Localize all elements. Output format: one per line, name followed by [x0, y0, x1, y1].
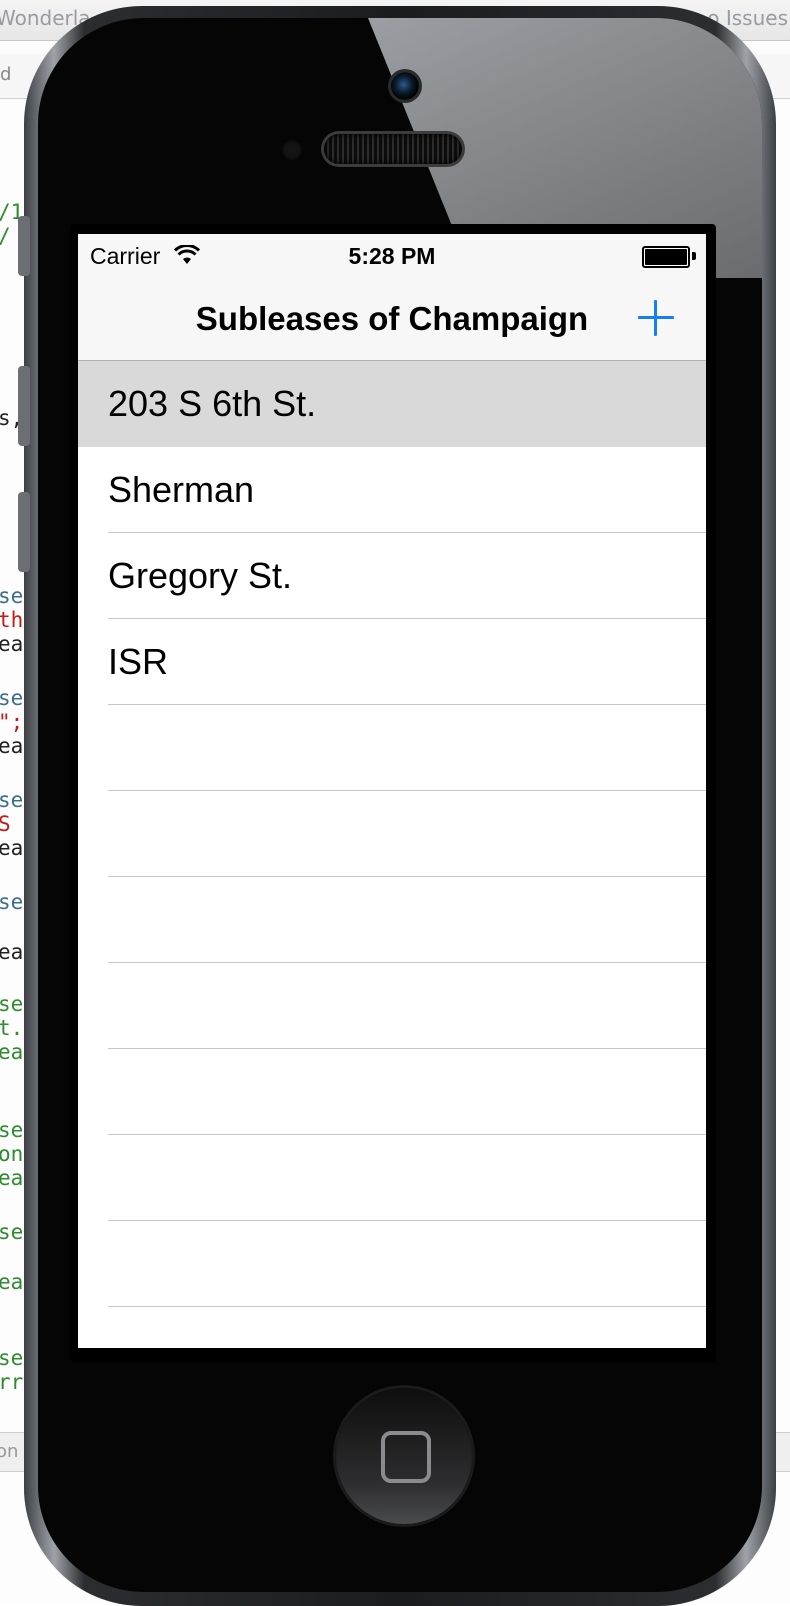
plus-icon [632, 294, 680, 342]
code-line-fragment: ea [0, 1040, 24, 1064]
clock-time: 5:28 PM [348, 243, 436, 269]
code-line-fragment: ea [0, 1166, 24, 1190]
row-separator [108, 1306, 706, 1307]
code-line-fragment: "; [0, 710, 24, 734]
volume-up-button [18, 366, 30, 446]
code-line-fragment: se [0, 1118, 24, 1142]
row-label: ISR [108, 641, 169, 682]
row-label: Sherman [108, 469, 255, 510]
table-row[interactable]: Sherman [78, 447, 706, 533]
code-line-fragment: se [0, 788, 24, 812]
table-row[interactable]: Gregory St. [78, 533, 706, 619]
code-line-fragment: ea [0, 734, 24, 758]
code-line-fragment: S [0, 812, 11, 836]
earpiece-speaker [324, 134, 462, 164]
code-line-fragment: se [0, 686, 24, 710]
battery-full-icon [642, 246, 690, 268]
code-line-fragment: th [0, 608, 24, 632]
code-line-fragment: ea [0, 836, 24, 860]
table-row[interactable] [78, 705, 706, 791]
front-camera [391, 72, 419, 100]
home-button[interactable] [336, 1388, 472, 1524]
code-line-fragment: se [0, 890, 24, 914]
table-row[interactable]: ISR [78, 619, 706, 705]
code-line-fragment: t. [0, 1016, 24, 1040]
status-bar: Carrier 5:28 PM [78, 234, 706, 276]
proximity-sensor [282, 140, 302, 160]
code-line-fragment: ea [0, 940, 24, 964]
table-row[interactable] [78, 1221, 706, 1307]
table-row-selected[interactable]: 203 S 6th St. [78, 361, 706, 447]
xcode-debug-bar-text: on [0, 1441, 19, 1462]
code-line-fragment: on [0, 1142, 24, 1166]
app-screen: Carrier 5:28 PM Subleases of Champaign 2… [78, 234, 706, 1348]
mute-switch [18, 216, 30, 276]
row-label: Gregory St. [108, 555, 293, 596]
page-title: Subleases of Champaign [195, 300, 589, 337]
xcode-jump-bar-text[interactable]: d [0, 64, 11, 85]
home-square-icon [381, 1431, 431, 1483]
subleases-table[interactable]: 203 S 6th St. Sherman Gregory St. ISR [78, 361, 706, 1348]
device-face: Carrier 5:28 PM Subleases of Champaign 2… [38, 18, 762, 1592]
table-row[interactable] [78, 791, 706, 877]
iphone-simulator: Carrier 5:28 PM Subleases of Champaign 2… [18, 6, 776, 1606]
code-line-fragment: / [0, 224, 11, 248]
table-row[interactable] [78, 877, 706, 963]
code-line-fragment: ea [0, 1270, 24, 1294]
navigation-bar: Subleases of Champaign [78, 276, 706, 361]
table-row[interactable] [78, 1049, 706, 1135]
battery-tip [692, 252, 696, 260]
table-row[interactable] [78, 1135, 706, 1221]
add-sublease-button[interactable] [632, 294, 680, 342]
code-line-fragment: rr [0, 1370, 24, 1394]
code-line-fragment: se [0, 1346, 24, 1370]
volume-down-button [18, 492, 30, 572]
code-line-fragment: se [0, 1220, 24, 1244]
code-line-fragment: se [0, 992, 24, 1016]
code-line-fragment: ea [0, 632, 24, 656]
table-row[interactable] [78, 963, 706, 1049]
row-label: 203 S 6th St. [108, 383, 317, 424]
code-line-fragment: se [0, 584, 24, 608]
